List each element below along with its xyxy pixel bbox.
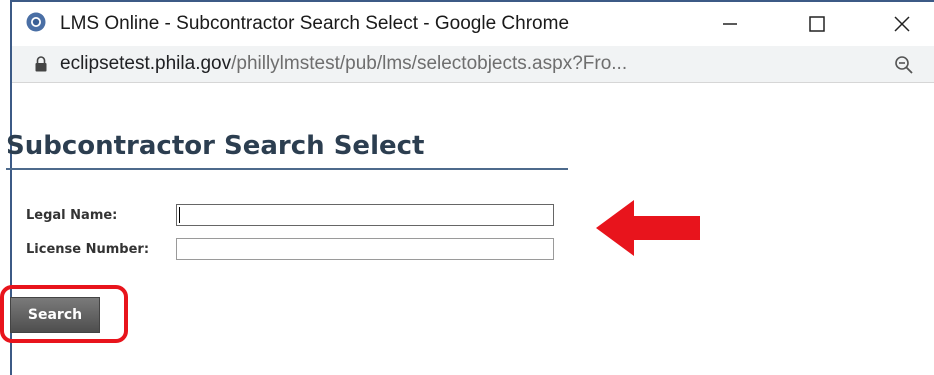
browser-window: LMS Online - Subcontractor Search Select… xyxy=(10,0,934,375)
window-title: LMS Online - Subcontractor Search Select… xyxy=(60,13,570,34)
highlight-annotation xyxy=(0,285,128,343)
close-button[interactable] xyxy=(872,2,932,46)
minimize-button[interactable] xyxy=(700,2,760,46)
url-host: eclipsetest.phila.gov xyxy=(60,53,232,74)
title-divider xyxy=(6,168,568,170)
arrow-left-icon xyxy=(596,200,700,256)
maximize-button[interactable] xyxy=(787,2,847,46)
legal-name-input[interactable] xyxy=(176,204,554,226)
license-number-input[interactable] xyxy=(176,238,554,260)
lock-icon xyxy=(35,56,47,72)
url-text[interactable]: eclipsetest.phila.gov/phillylmstest/pub/… xyxy=(60,53,627,75)
close-icon xyxy=(894,16,910,32)
legal-name-label: Legal Name: xyxy=(26,208,118,223)
title-bar: LMS Online - Subcontractor Search Select… xyxy=(12,2,934,46)
license-number-label: License Number: xyxy=(26,242,150,257)
page-title: Subcontractor Search Select xyxy=(6,131,425,161)
text-caret xyxy=(179,207,180,223)
chrome-icon xyxy=(26,12,46,32)
address-bar[interactable]: eclipsetest.phila.gov/phillylmstest/pub/… xyxy=(12,46,934,83)
url-path: /phillylmstest/pub/lms/selectobjects.asp… xyxy=(231,53,628,74)
zoom-icon[interactable] xyxy=(894,55,914,75)
minimize-icon xyxy=(723,23,737,25)
maximize-icon xyxy=(809,16,825,32)
